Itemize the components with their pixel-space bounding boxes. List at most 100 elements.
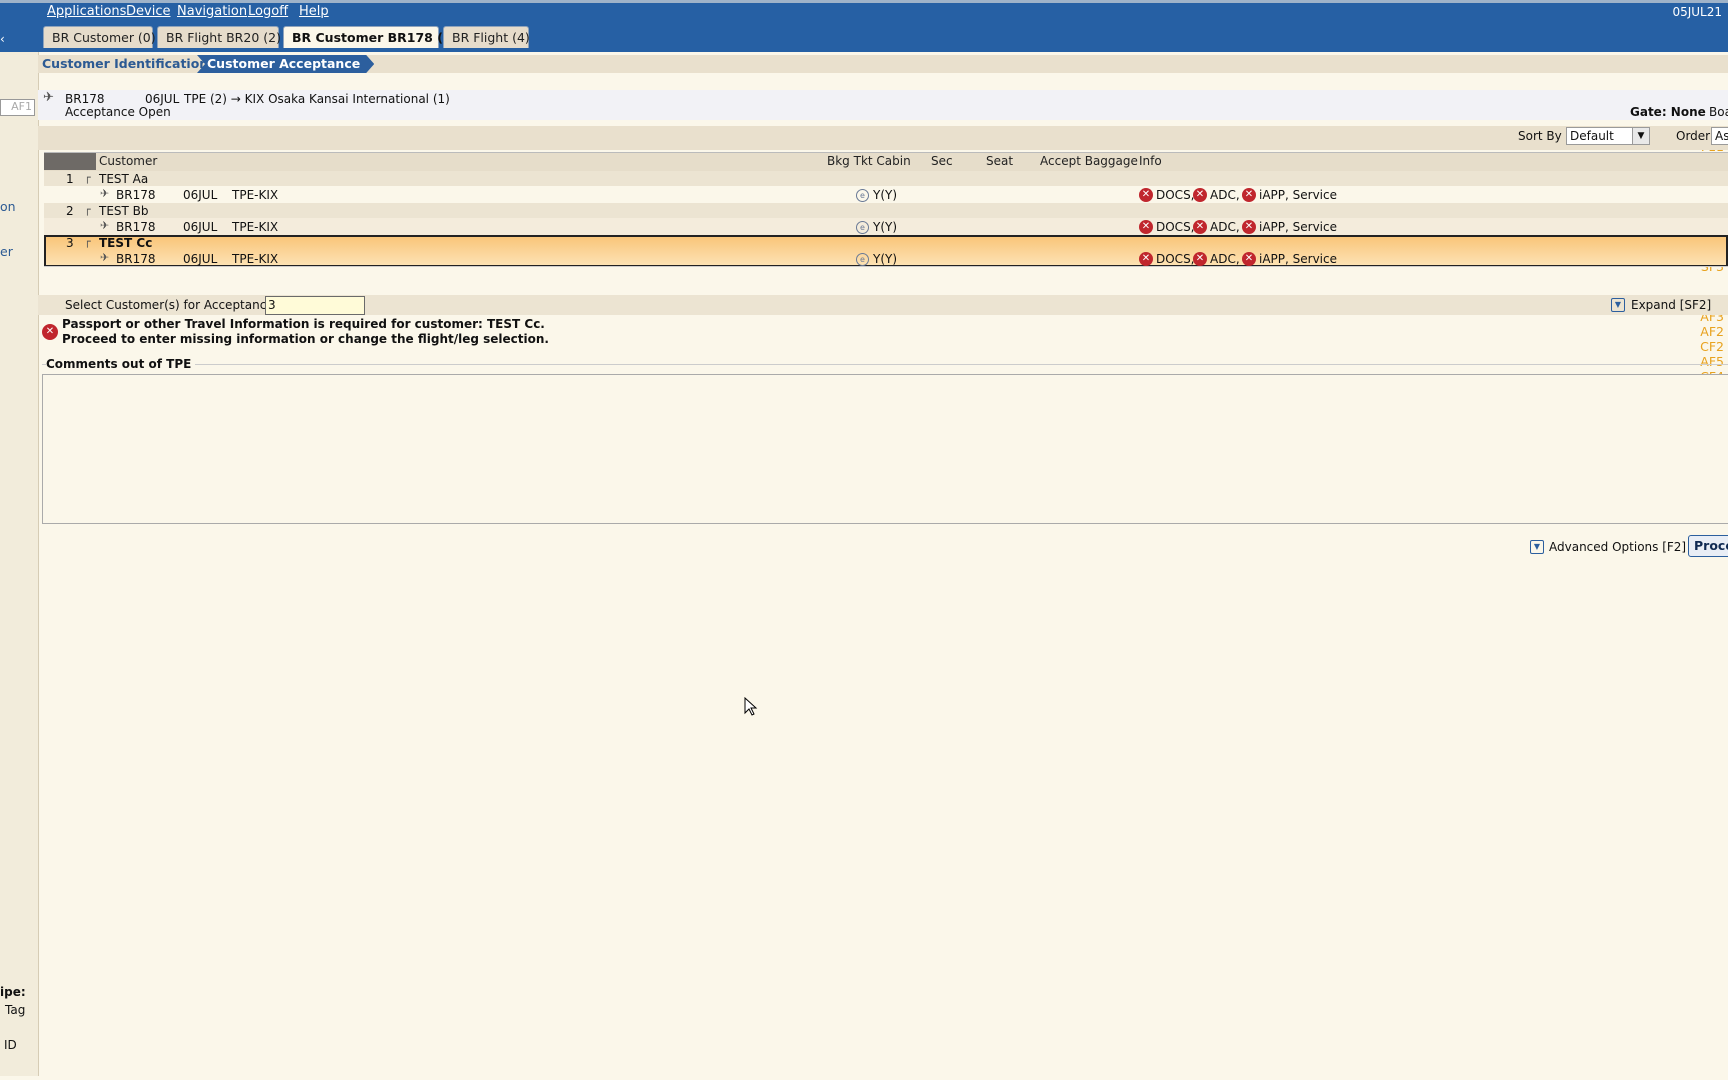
fkey-label: AF5 — [1700, 354, 1724, 369]
fkey-cf2[interactable]: CF2 — [1690, 339, 1728, 354]
segment-cabin: Y(Y) — [873, 188, 898, 202]
fkey-af5[interactable]: AF5 — [1690, 354, 1728, 369]
left-label-ipe: ipe: — [0, 985, 26, 999]
fkey-partial-label: on — [0, 199, 16, 214]
segment-route: TPE-KIX — [232, 220, 279, 234]
tab-br-customer-br178[interactable]: BR Customer BR178 (3) — [283, 26, 457, 48]
fkey-label: CF2 — [1700, 339, 1724, 354]
tab-br-customer[interactable]: BR Customer (0) — [43, 26, 156, 48]
column-customer[interactable]: Customer — [99, 154, 157, 168]
mouse-cursor-icon — [744, 697, 758, 716]
column-sec[interactable]: Sec — [931, 154, 953, 168]
left-label-id: ID — [4, 1038, 17, 1052]
error-message-line1: Passport or other Travel Information is … — [62, 317, 545, 331]
tab-br-flight-br20[interactable]: BR Flight BR20 (2) — [157, 26, 281, 48]
error-status-icon: ✕ — [1193, 220, 1207, 234]
left-label-tag: Tag — [5, 1003, 26, 1017]
fkey-label: AF2 — [1700, 324, 1724, 339]
chevron-down-icon[interactable]: ▼ — [1632, 128, 1649, 144]
breadcrumb-customer-identification[interactable]: Customer Identification — [42, 56, 208, 71]
segment-cabin: Y(Y) — [873, 220, 898, 234]
segment-date: 06JUL — [183, 188, 218, 202]
customer-name: TEST Aa — [99, 172, 149, 186]
row-number: 3 — [66, 236, 74, 250]
flight-date: 06JUL — [145, 92, 180, 106]
fkey-partial-label: er — [0, 244, 13, 259]
customer-name: TEST Bb — [99, 204, 149, 218]
menu-help[interactable]: Help — [299, 4, 329, 19]
selection-label: Select Customer(s) for Acceptance: — [65, 298, 278, 312]
gate-info: Gate: None — [1630, 105, 1706, 119]
menu-logoff[interactable]: Logoff — [248, 4, 288, 19]
menu-applications[interactable]: Applications — [47, 4, 126, 19]
proceed-button[interactable]: Proce — [1688, 535, 1728, 557]
acceptance-status: Acceptance Open — [65, 105, 171, 119]
error-status-icon: ✕ — [1242, 188, 1256, 202]
sort-bar — [38, 126, 1728, 150]
error-message-line2: Proceed to enter missing information or … — [62, 332, 549, 346]
flight-number: BR178 — [65, 92, 105, 106]
error-icon: ✕ — [42, 324, 58, 340]
segment-flight: BR178 — [116, 220, 156, 234]
fkey-af2[interactable]: AF2 — [1690, 324, 1728, 339]
segment-route: TPE-KIX — [232, 252, 279, 266]
info-2: iAPP, Service — [1259, 188, 1337, 202]
info-1: ADC, — [1210, 220, 1240, 234]
breadcrumb-customer-acceptance[interactable]: Customer Acceptance — [197, 55, 374, 73]
order-select[interactable]: As — [1711, 127, 1728, 145]
tree-connector-icon: ┌ — [84, 171, 91, 184]
error-status-icon: ✕ — [1242, 252, 1256, 266]
info-0: DOCS, — [1156, 188, 1195, 202]
menu-navigation[interactable]: Navigation — [177, 4, 247, 19]
info-1: ADC, — [1210, 188, 1240, 202]
column-seat[interactable]: Seat — [986, 154, 1013, 168]
menu-device[interactable]: Device — [126, 4, 170, 19]
expand-button[interactable]: Expand [SF2] — [1631, 298, 1711, 312]
segment-date: 06JUL — [183, 252, 218, 266]
segment-date: 06JUL — [183, 220, 218, 234]
advanced-options-icon[interactable]: ▼ — [1530, 540, 1544, 554]
info-1: ADC, — [1210, 252, 1240, 266]
segment-flight: BR178 — [116, 252, 156, 266]
collapse-arrow-icon[interactable]: ‹ — [0, 32, 5, 46]
table-bottom-divider — [44, 266, 1728, 267]
plane-icon: ✈ — [100, 219, 110, 232]
expand-icon[interactable]: ▼ — [1611, 298, 1625, 312]
eticket-icon: e — [856, 189, 869, 202]
error-status-icon: ✕ — [1139, 220, 1153, 234]
plane-icon: ✈ — [100, 187, 110, 200]
customer-name: TEST Cc — [99, 236, 153, 250]
eticket-icon: e — [856, 221, 869, 234]
segment-route: TPE-KIX — [232, 188, 279, 202]
info-2: iAPP, Service — [1259, 220, 1337, 234]
boarding-info: Boa — [1709, 105, 1728, 119]
comments-divider — [42, 364, 1728, 365]
sort-by-select[interactable]: Default ▼ — [1566, 127, 1650, 145]
advanced-options-button[interactable]: Advanced Options [F2] — [1549, 540, 1686, 554]
error-status-icon: ✕ — [1139, 252, 1153, 266]
current-date: 05JUL21 — [1672, 5, 1722, 19]
comments-textarea[interactable] — [42, 374, 1728, 524]
error-status-icon: ✕ — [1193, 252, 1207, 266]
tab-br-flight[interactable]: BR Flight (4) — [443, 26, 530, 48]
select-all-column[interactable] — [44, 153, 96, 170]
flight-route: TPE (2) → KIX Osaka Kansai International… — [184, 92, 450, 106]
plane-icon: ✈ — [43, 90, 54, 105]
column-bkg-tkt-cabin[interactable]: Bkg Tkt Cabin — [827, 154, 911, 168]
error-status-icon: ✕ — [1193, 188, 1207, 202]
tree-connector-icon: ┌ — [84, 235, 91, 248]
column-info[interactable]: Info — [1139, 154, 1162, 168]
row-number: 2 — [66, 204, 74, 218]
row-number: 1 — [66, 172, 74, 186]
segment-cabin: Y(Y) — [873, 252, 898, 266]
segment-flight: BR178 — [116, 188, 156, 202]
customer-selection-input[interactable]: 3 — [265, 296, 365, 315]
comments-title: Comments out of TPE — [46, 357, 196, 371]
order-label: Order — [1676, 129, 1711, 143]
error-status-icon: ✕ — [1242, 220, 1256, 234]
column-accept-baggage[interactable]: Accept Baggage — [1040, 154, 1138, 168]
sort-by-label: Sort By — [1518, 129, 1562, 143]
left-search-input[interactable]: AF1 — [0, 99, 35, 116]
info-0: DOCS, — [1156, 220, 1195, 234]
error-status-icon: ✕ — [1139, 188, 1153, 202]
